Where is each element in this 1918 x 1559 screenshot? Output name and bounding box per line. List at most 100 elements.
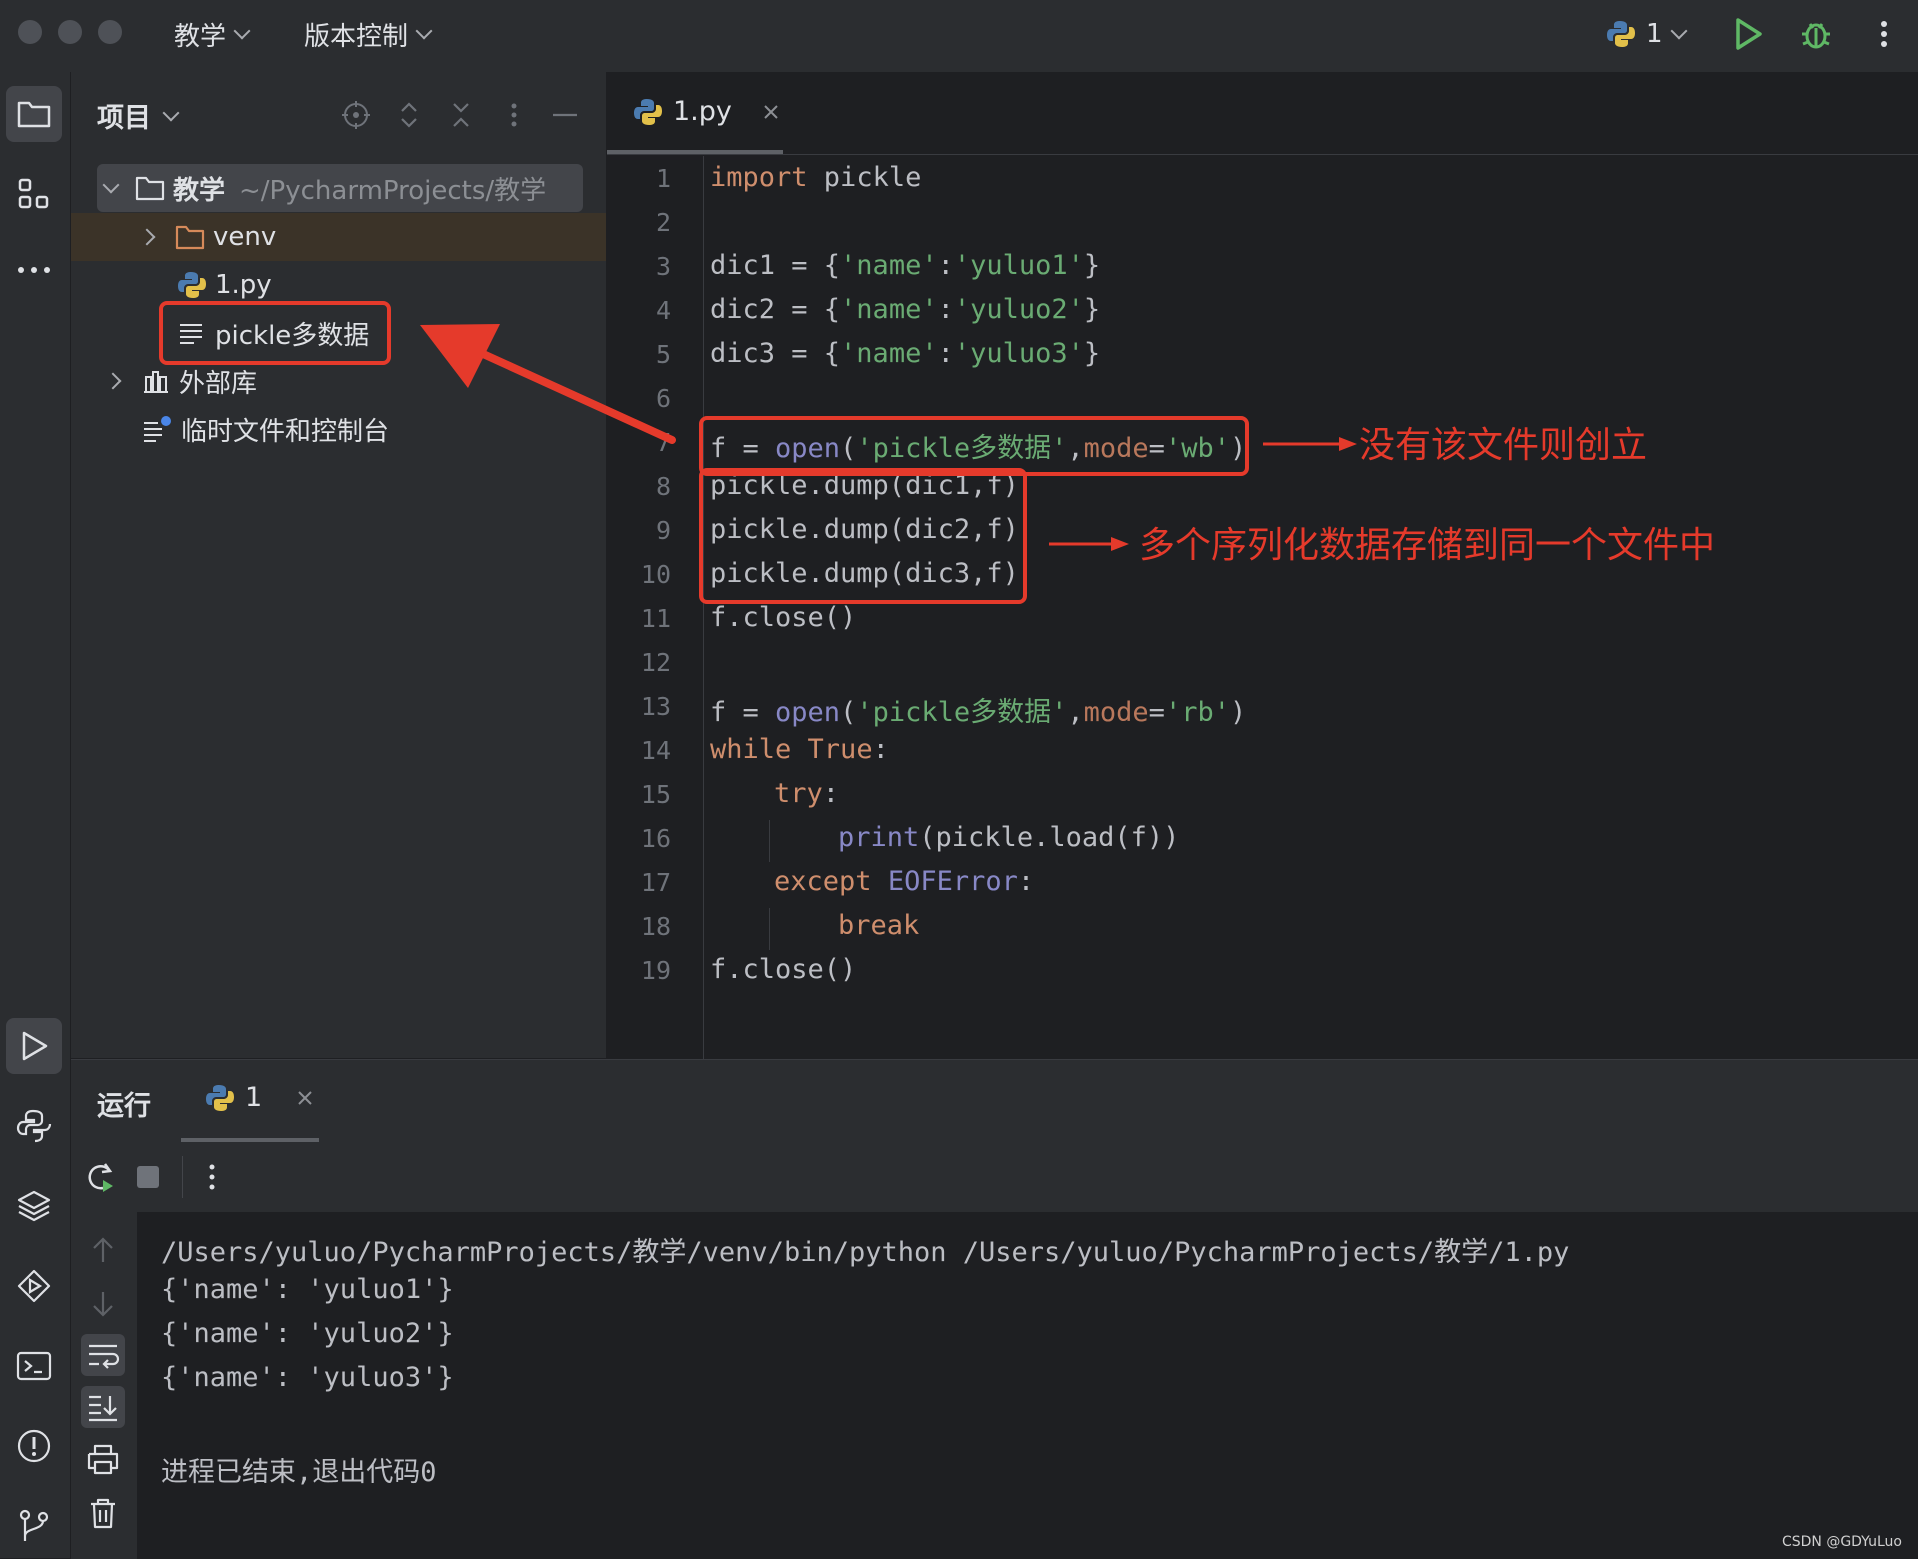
trash-icon[interactable] — [85, 1496, 121, 1530]
run-tab-1[interactable]: 1 — [205, 1082, 316, 1113]
terminal-tool-button[interactable] — [6, 1338, 62, 1394]
run-tool-button[interactable] — [6, 1018, 62, 1074]
scroll-to-end-icon — [89, 1395, 117, 1422]
chevron-down-icon — [415, 22, 433, 40]
tree-item-venv[interactable]: venv — [138, 214, 276, 260]
chevron-down-icon — [102, 176, 120, 194]
line-number: 13 — [640, 692, 671, 721]
structure-tool-button[interactable] — [6, 166, 62, 222]
editor-tab-1py[interactable]: 1.py — [633, 96, 782, 127]
folder-icon — [175, 225, 205, 250]
collapse-all-icon[interactable] — [449, 100, 473, 130]
annotation-create-note: 没有该文件则创立 — [1359, 425, 1648, 466]
annotation-multi-note: 多个序列化数据存储到同一个文件中 — [1139, 525, 1716, 566]
run-config-selector[interactable]: 1 — [1606, 14, 1688, 54]
more-actions-button[interactable] — [1874, 14, 1894, 54]
code-line-4: dic2 = {'name':'yuluo2'} — [710, 294, 1101, 325]
project-menu[interactable]: 教学 — [174, 14, 251, 54]
indent-guide — [769, 820, 770, 862]
tree-item-label: 教学 — [173, 175, 226, 206]
chevron-right-icon — [104, 372, 122, 390]
python-icon — [1607, 21, 1635, 47]
chevron-down-icon — [162, 104, 180, 121]
code-line-3: dic1 = {'name':'yuluo1'} — [710, 250, 1101, 281]
more-horizontal-icon — [18, 267, 50, 273]
folder-icon — [17, 101, 51, 128]
project-panel-title[interactable]: 项目 — [97, 96, 180, 135]
debug-button[interactable] — [1796, 14, 1836, 54]
code-line-11: f.close() — [710, 602, 857, 633]
annotation-box-open-wb — [699, 416, 1249, 476]
soft-wrap-button[interactable] — [81, 1334, 125, 1376]
arrow-up-icon[interactable] — [87, 1234, 119, 1266]
chevron-right-icon — [138, 228, 156, 246]
line-number: 17 — [640, 868, 671, 897]
soft-wrap-icon — [89, 1344, 120, 1369]
tree-item-scratches[interactable]: 临时文件和控制台 — [141, 406, 389, 452]
watermark: CSDN @GDYuLuo — [1781, 1534, 1902, 1550]
indent-guide — [769, 908, 770, 950]
run-button[interactable] — [1732, 14, 1764, 54]
stop-button[interactable] — [137, 1166, 159, 1188]
close-icon[interactable] — [294, 1087, 316, 1109]
python-console-tool-button[interactable] — [6, 1098, 62, 1154]
active-tab-indicator — [607, 150, 783, 154]
python-packages-tool-button[interactable] — [6, 1178, 62, 1234]
services-tool-button[interactable] — [6, 1258, 62, 1314]
python-console-icon — [16, 1109, 52, 1143]
services-icon — [17, 1269, 51, 1303]
code-line-17: except EOFError: — [774, 866, 1035, 897]
line-number: 8 — [655, 472, 671, 501]
python-icon — [206, 1084, 234, 1111]
code-line-1: import pickle — [710, 162, 922, 193]
arrow-down-icon[interactable] — [87, 1288, 119, 1320]
git-tool-button[interactable] — [6, 1498, 62, 1554]
code-line-19: f.close() — [710, 954, 857, 985]
project-panel: 项目 教学 ~/PycharmProjects/教学 venv 1.py pic… — [71, 72, 607, 1058]
print-icon[interactable] — [85, 1442, 121, 1476]
annotation-arrow-right — [1049, 537, 1129, 551]
console-line: {'name': 'yuluo3'} — [161, 1362, 454, 1393]
locate-icon[interactable] — [341, 100, 371, 130]
project-tool-button[interactable] — [6, 86, 62, 142]
console-line: /Users/yuluo/PycharmProjects/教学/venv/bin… — [161, 1237, 1570, 1268]
expand-all-icon[interactable] — [397, 100, 421, 130]
annotation-arrow-to-file — [420, 324, 676, 444]
annotation-arrow-right — [1263, 437, 1357, 451]
bug-icon — [1802, 23, 1830, 49]
line-number: 10 — [640, 560, 671, 589]
tool-window-strip — [0, 72, 71, 1558]
line-number: 18 — [640, 912, 671, 941]
console-line: {'name': 'yuluo1'} — [161, 1274, 454, 1305]
editor-tab-label: 1.py — [673, 96, 732, 127]
terminal-icon — [16, 1351, 52, 1381]
run-panel-title: 运行 — [97, 1091, 151, 1122]
scroll-to-end-button[interactable] — [81, 1386, 125, 1428]
vcs-menu[interactable]: 版本控制 — [304, 14, 433, 54]
more-vertical-icon[interactable] — [205, 1158, 219, 1196]
run-panel: 运行 1 /Users/yuluo/PycharmProjects/教学/ven… — [71, 1059, 1918, 1559]
line-number: 1 — [655, 164, 671, 193]
code-line-5: dic3 = {'name':'yuluo3'} — [710, 338, 1101, 369]
structure-icon — [18, 178, 49, 209]
close-icon[interactable] — [760, 101, 782, 123]
console-line: {'name': 'yuluo2'} — [161, 1318, 454, 1349]
window-zoom-button[interactable] — [98, 20, 122, 44]
window-close-button[interactable] — [18, 20, 42, 44]
more-tools-button[interactable] — [6, 242, 62, 298]
window-minimize-button[interactable] — [58, 20, 82, 44]
tree-item-project-root[interactable]: 教学 ~/PycharmProjects/教学 — [101, 165, 546, 211]
title-bar: 教学 版本控制 1 — [0, 0, 1918, 73]
problems-tool-button[interactable] — [6, 1418, 62, 1474]
warning-circle-icon — [17, 1429, 51, 1463]
tree-item-label: 1.py — [215, 270, 272, 300]
library-icon — [144, 371, 168, 393]
code-line-16: print(pickle.load(f)) — [838, 822, 1180, 853]
rerun-icon[interactable] — [83, 1160, 117, 1194]
code-line-14: while True: — [710, 734, 889, 765]
more-vertical-icon[interactable] — [507, 100, 521, 130]
project-panel-title-label: 项目 — [97, 103, 151, 134]
hide-panel-icon[interactable] — [551, 100, 579, 130]
line-number: 14 — [640, 736, 671, 765]
code-line-13: f = open('pickle多数据',mode='rb') — [710, 697, 1247, 728]
